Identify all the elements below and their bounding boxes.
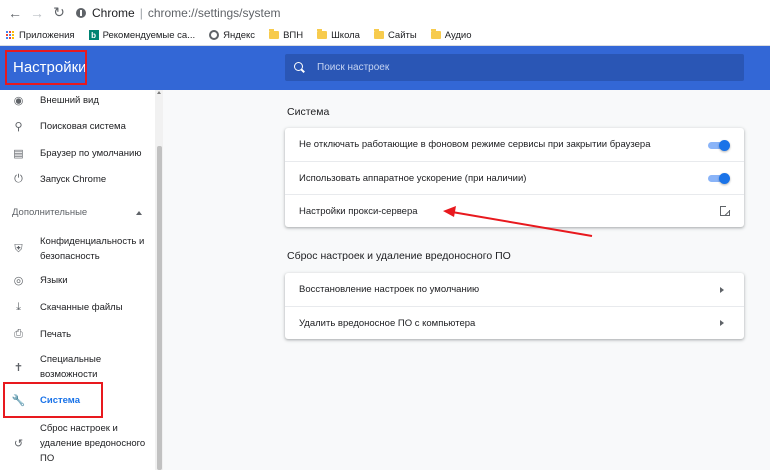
annotation-arrow: [443, 206, 593, 237]
